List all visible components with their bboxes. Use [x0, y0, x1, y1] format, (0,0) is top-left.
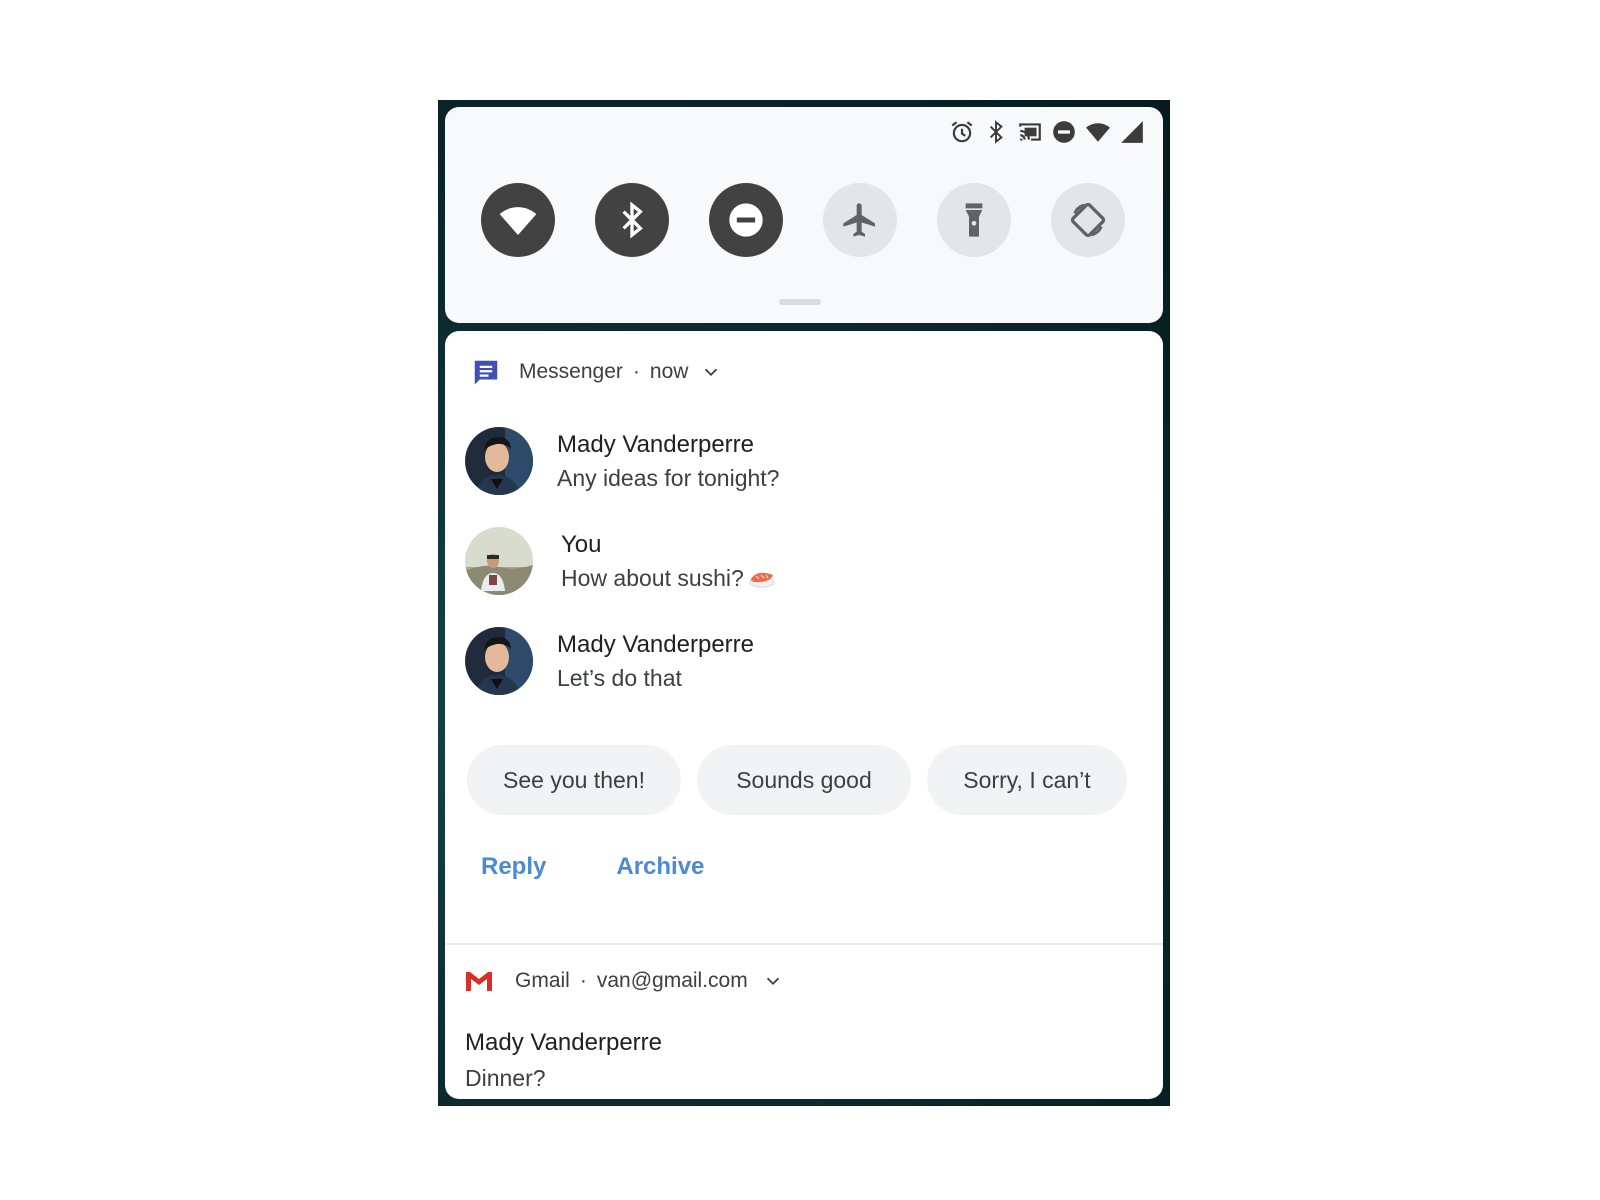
- gmail-app-icon: [466, 972, 492, 991]
- message-text: How about sushi?: [561, 565, 744, 591]
- notification-time: now: [649, 360, 689, 383]
- smart-reply-chips: See you then! Sounds good Sorry, I can’t: [467, 745, 1127, 815]
- chevron-down-icon[interactable]: [700, 361, 722, 383]
- wifi-icon: [499, 207, 537, 235]
- cellular-signal-icon: [1119, 119, 1145, 145]
- header-separator: ·: [632, 360, 640, 383]
- message-sender: You: [561, 531, 602, 558]
- email-subject: Dinner?: [465, 1065, 546, 1091]
- quick-settings-panel: [445, 107, 1163, 323]
- messenger-app-icon: [474, 360, 498, 385]
- message-item: Mady Vanderperre Any ideas for tonight?: [465, 427, 779, 495]
- bluetooth-icon: [622, 201, 643, 239]
- reply-button[interactable]: Reply: [481, 853, 546, 881]
- quick-settings-tiles: [481, 183, 1125, 257]
- app-name: Messenger: [519, 360, 623, 383]
- smart-reply-chip[interactable]: See you then!: [467, 745, 681, 815]
- gmail-header[interactable]: Gmail · van@gmail.com: [465, 969, 784, 993]
- avatar: [465, 627, 533, 695]
- auto-rotate-icon: [1070, 202, 1106, 238]
- alarm-icon: [949, 119, 975, 145]
- message-item: Mady Vanderperre Let’s do that: [465, 627, 754, 695]
- account-email: van@gmail.com: [596, 969, 748, 992]
- status-bar: [949, 119, 1145, 145]
- cast-icon: [1017, 119, 1043, 145]
- message-sender: Mady Vanderperre: [557, 431, 754, 458]
- do-not-disturb-icon: [1051, 119, 1077, 145]
- wifi-tile[interactable]: [481, 183, 555, 257]
- notification-panel: Messenger · now Mady Vanderperre Any ide…: [445, 331, 1163, 1099]
- bluetooth-tile[interactable]: [595, 183, 669, 257]
- gmail-notification[interactable]: Gmail · van@gmail.com Mady Vanderperre D…: [445, 945, 1163, 1099]
- sushi-emoji-icon: [749, 572, 775, 588]
- message-text: Let’s do that: [557, 665, 682, 691]
- message-sender: Mady Vanderperre: [557, 631, 754, 658]
- archive-button[interactable]: Archive: [616, 853, 704, 881]
- do-not-disturb-icon: [729, 203, 763, 237]
- messenger-header[interactable]: Messenger · now: [471, 357, 722, 387]
- message-text: Any ideas for tonight?: [557, 465, 780, 491]
- app-name: Gmail: [515, 969, 570, 992]
- airplane-mode-tile[interactable]: [823, 183, 897, 257]
- bluetooth-icon: [983, 119, 1009, 145]
- flashlight-icon: [965, 203, 983, 237]
- wifi-icon: [1085, 119, 1111, 145]
- message-item: You How about sushi?: [465, 527, 776, 595]
- avatar: [465, 427, 533, 495]
- messenger-notification[interactable]: Messenger · now Mady Vanderperre Any ide…: [445, 331, 1163, 943]
- auto-rotate-tile[interactable]: [1051, 183, 1125, 257]
- airplane-icon: [843, 203, 875, 237]
- email-sender: Mady Vanderperre: [465, 1029, 662, 1056]
- smart-reply-chip[interactable]: Sorry, I can’t: [927, 745, 1127, 815]
- flashlight-tile[interactable]: [937, 183, 1011, 257]
- phone-screen: Messenger · now Mady Vanderperre Any ide…: [438, 100, 1170, 1106]
- smart-reply-chip[interactable]: Sounds good: [697, 745, 911, 815]
- notification-actions: Reply Archive: [481, 853, 704, 881]
- chevron-down-icon[interactable]: [762, 970, 784, 992]
- drag-handle[interactable]: [779, 299, 821, 305]
- avatar: [465, 527, 533, 595]
- do-not-disturb-tile[interactable]: [709, 183, 783, 257]
- header-separator: ·: [579, 969, 587, 992]
